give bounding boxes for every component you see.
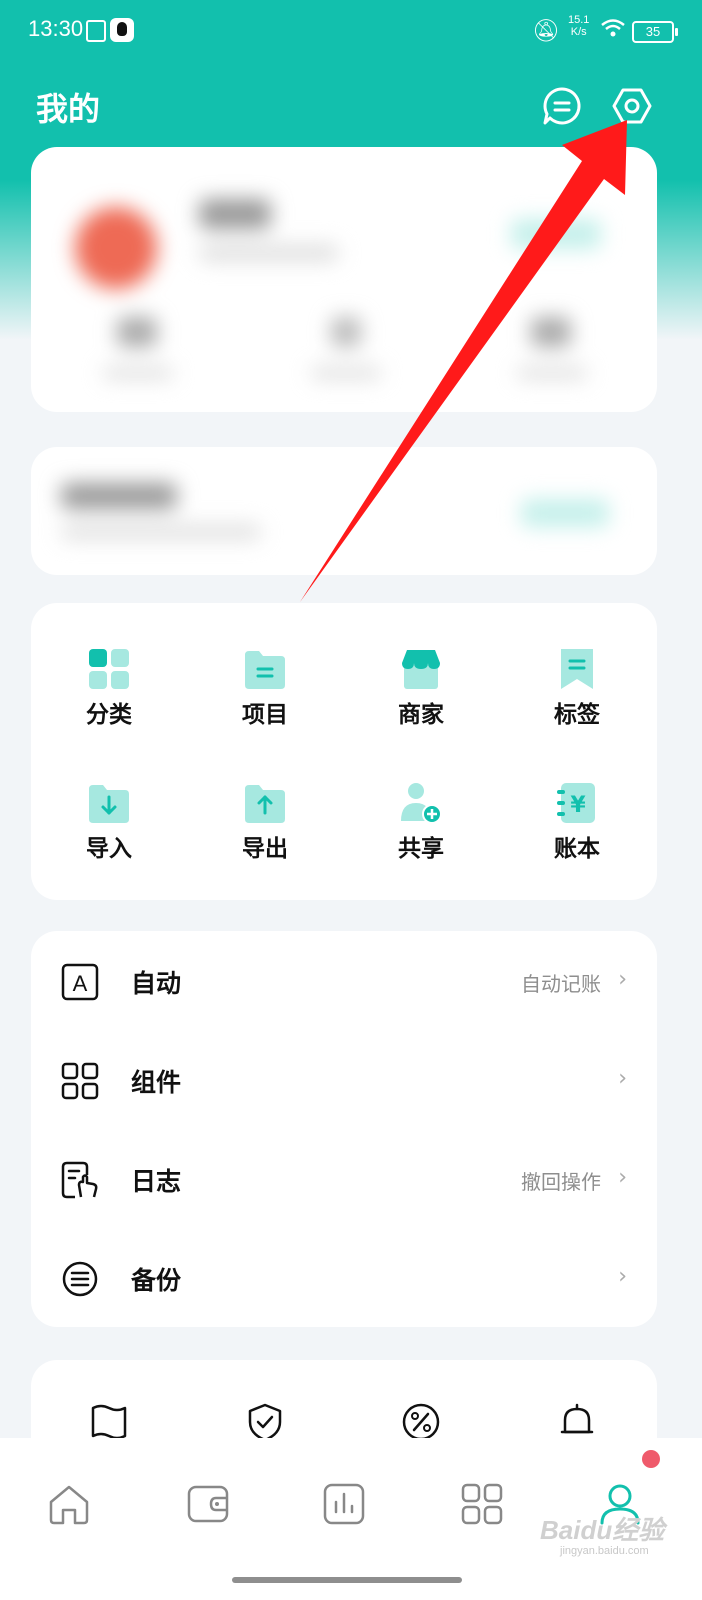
list-row-backup[interactable]: 备份 ›: [31, 1228, 657, 1327]
list-row-title: 组件: [131, 1068, 182, 1097]
notification-badge: [642, 1450, 660, 1468]
function-grid: 分类 项目 商家 标签 导入 导出 共享 ¥ 账本: [31, 603, 657, 900]
page-title: 我的: [36, 90, 101, 128]
flag-icon[interactable]: [89, 1402, 129, 1442]
grid-item-merchant[interactable]: 商家: [343, 647, 499, 757]
grid-item-label: 账本: [554, 836, 600, 862]
widgets-icon: [61, 1062, 99, 1100]
battery-icon: 35: [632, 21, 678, 43]
message-icon[interactable]: [542, 86, 582, 126]
grid-item-tag[interactable]: 标签: [499, 647, 655, 757]
membership-button-blurred: [521, 499, 609, 527]
grid-item-ledger[interactable]: ¥ 账本: [499, 781, 655, 891]
home-indicator[interactable]: [232, 1577, 462, 1583]
folder-icon: [245, 651, 285, 689]
username-blurred: [199, 199, 271, 229]
grid-item-project[interactable]: 项目: [187, 647, 343, 757]
list-row-widgets[interactable]: 组件 ›: [31, 1030, 657, 1129]
grid-item-label: 项目: [242, 702, 288, 728]
calendar-notification-icon: [86, 20, 106, 42]
export-icon: [245, 785, 285, 823]
grid-item-label: 分类: [86, 702, 132, 728]
chevron-right-icon: ›: [618, 1066, 627, 1091]
tab-home-icon[interactable]: [47, 1482, 91, 1526]
grid-item-label: 导出: [242, 836, 288, 862]
store-icon: [402, 650, 440, 689]
membership-card[interactable]: [31, 447, 657, 575]
stat-label-blurred: [311, 367, 381, 379]
list-row-title: 备份: [131, 1266, 182, 1295]
profile-card[interactable]: [31, 147, 657, 412]
chevron-right-icon: ›: [618, 1165, 627, 1190]
tab-stats-icon[interactable]: [322, 1482, 366, 1526]
status-time: 13:30: [28, 16, 84, 41]
list-row-title: 自动: [131, 969, 182, 998]
speed-unit: K/s: [570, 26, 587, 38]
membership-desc-blurred: [61, 525, 261, 539]
stat-label-blurred: [103, 367, 173, 379]
stat-label-blurred: [517, 367, 587, 379]
svg-text:¥: ¥: [570, 793, 586, 818]
status-bar: 13:30 🔕︎ 15.1 K/s 35: [0, 0, 702, 64]
grid-item-label: 商家: [398, 702, 444, 728]
grid-item-export[interactable]: 导出: [187, 781, 343, 891]
list-row-title: 日志: [131, 1167, 182, 1196]
stat-blurred: [531, 317, 571, 347]
list-row-value: 自动记账: [521, 972, 601, 996]
import-icon: [89, 785, 129, 823]
grid-item-label: 导入: [86, 836, 132, 862]
shield-check-icon[interactable]: [245, 1402, 285, 1442]
svg-text:A: A: [73, 971, 88, 996]
stat-blurred: [331, 317, 361, 347]
discount-icon[interactable]: [401, 1402, 441, 1442]
watermark-logo: Baidu经验: [540, 1515, 665, 1545]
grid-item-category[interactable]: 分类: [31, 647, 187, 757]
watermark-url: jingyan.baidu.com: [560, 1545, 649, 1557]
grid-item-import[interactable]: 导入: [31, 781, 187, 891]
profile-action-blurred: [511, 219, 601, 249]
wifi-icon: [601, 19, 625, 37]
share-user-icon: [401, 783, 442, 824]
settings-gear-icon[interactable]: [612, 86, 652, 126]
category-icon: [89, 649, 129, 689]
grid-item-label: 共享: [398, 836, 444, 862]
bookmark-icon: [561, 649, 593, 689]
log-icon: [61, 1161, 98, 1199]
grid-item-share[interactable]: 共享: [343, 781, 499, 891]
chevron-right-icon: ›: [618, 1264, 627, 1289]
tab-apps-icon[interactable]: [460, 1482, 504, 1526]
list-row-auto[interactable]: A 自动 自动记账 ›: [31, 931, 657, 1030]
stat-blurred: [117, 317, 157, 347]
bell-icon[interactable]: [557, 1402, 597, 1442]
mute-bell-icon: 🔕︎: [532, 19, 560, 44]
chevron-right-icon: ›: [618, 967, 627, 992]
ledger-icon: ¥: [557, 783, 595, 823]
avatar: [75, 207, 157, 289]
network-speed: 15.1 K/s: [568, 14, 589, 38]
qq-notification-icon: [110, 18, 134, 42]
subtitle-blurred: [199, 245, 339, 261]
tab-wallet-icon[interactable]: [186, 1482, 230, 1526]
speed-value: 15.1: [568, 14, 590, 26]
list-row-log[interactable]: 日志 撤回操作 ›: [31, 1129, 657, 1228]
grid-item-label: 标签: [554, 702, 600, 728]
settings-list: A 自动 自动记账 › 组件 › 日志 撤回操作 › 备份 ›: [31, 931, 657, 1327]
list-row-value: 撤回操作: [521, 1170, 601, 1194]
backup-icon: [62, 1261, 98, 1297]
membership-title-blurred: [61, 483, 177, 509]
auto-a-icon: A: [61, 963, 99, 1001]
